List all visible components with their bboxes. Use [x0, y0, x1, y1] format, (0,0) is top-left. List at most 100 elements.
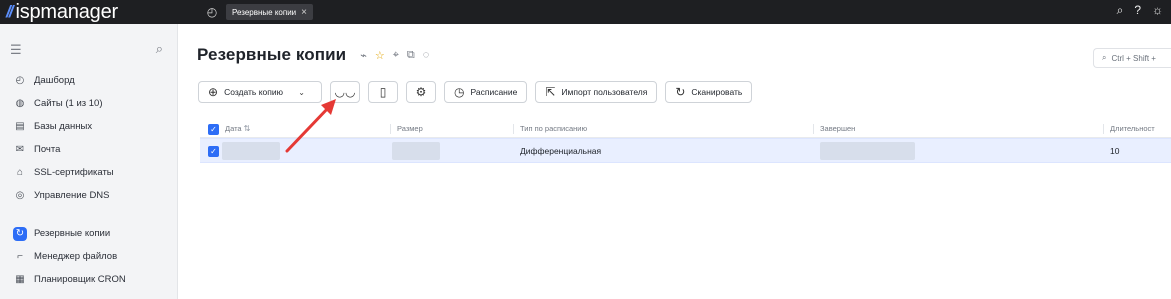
scan-button[interactable]: ↻ Сканировать [665, 81, 753, 103]
sidebar-item-label: Сайты (1 из 10) [34, 98, 103, 109]
sidebar-item-dns[interactable]: ◎ Управление DNS [0, 184, 178, 207]
clock-icon: ◷ [454, 85, 465, 99]
help-icon[interactable]: ? [1134, 3, 1141, 18]
search-input[interactable]: ⌕ Ctrl + Shift + [1093, 48, 1171, 68]
sidebar: ☰ ⌕ ◴ Дашборд ◍ Сайты (1 из 10) ▤ Базы данн… [0, 24, 178, 299]
duration-value: 10 [1110, 145, 1120, 156]
sidebar-item-dashboard[interactable]: ◴ Дашборд [0, 69, 178, 92]
column-divider [390, 124, 391, 134]
sidebar-item-databases[interactable]: ▤ Базы данных [0, 115, 178, 138]
sidebar-item-label: Менеджер файлов [34, 251, 118, 262]
column-completed[interactable]: Завершен [820, 120, 855, 137]
dns-icon: ◎ [15, 190, 25, 201]
pin-icon[interactable]: ⌖ [393, 49, 399, 62]
gear-icon: ⚙ [415, 85, 427, 99]
logo-mark: // [6, 2, 14, 21]
sort-icon[interactable]: ⇅ [244, 124, 251, 133]
app-logo[interactable]: // ispmanager [6, 1, 118, 23]
sidebar-item-mail[interactable]: ✉ Почта [0, 138, 178, 161]
sidebar-item-label: Планировщик CRON [34, 274, 126, 285]
search-icon: ⌕ [1102, 53, 1107, 62]
calendar-icon: ▦ [15, 274, 25, 285]
sidebar-item-cron[interactable]: ▦ Планировщик CRON [0, 268, 178, 291]
completed-value [820, 139, 915, 162]
date-value [222, 139, 280, 162]
schedule-button[interactable]: ◷ Расписание [444, 81, 528, 103]
mail-icon: ✉ [15, 144, 25, 155]
database-icon: ▤ [15, 121, 25, 132]
title-actions: ⌁ ☆ ⌖ ⧉ ◌ [360, 49, 429, 62]
sidebar-item-label: Почта [34, 144, 61, 155]
size-value [392, 139, 440, 162]
dashboard-icon[interactable]: ◴ [204, 4, 220, 20]
backup-icon: ↻ [13, 226, 27, 241]
column-size[interactable]: Размер [397, 120, 423, 137]
sidebar-item-label: Базы данных [34, 121, 93, 132]
top-tabs: ◴ Резервные копии × [204, 3, 313, 21]
sidebar-item-label: Управление DNS [34, 190, 110, 201]
column-duration[interactable]: Длительност [1110, 120, 1155, 137]
trash-icon: ▯ [379, 85, 387, 99]
sidebar-header: ☰ ⌕ [0, 41, 178, 61]
scheduled-type-value: Дифференциальная [520, 145, 602, 156]
import-user-button[interactable]: ⇱ Импорт пользователя [535, 81, 658, 103]
sidebar-item-sites[interactable]: ◍ Сайты (1 из 10) [0, 92, 178, 115]
column-divider [813, 124, 814, 134]
logo-text: ispmanager [15, 0, 118, 23]
star-icon[interactable]: ☆ [375, 49, 385, 62]
dashboard-icon: ◴ [15, 75, 25, 86]
table-row[interactable]: ✓ Дифференциальная 10 [200, 138, 1171, 163]
column-date[interactable]: Дата ⇅ [225, 120, 250, 137]
top-bar: // ispmanager ◴ Резервные копии × ⌕ ? ☼ [0, 0, 1171, 24]
settings-icon[interactable]: ☼ [1152, 3, 1163, 18]
sidebar-search-icon[interactable]: ⌕ [156, 41, 163, 57]
delete-button[interactable]: ▯ [368, 81, 398, 103]
table-header: ✓ Дата ⇅ Размер Тип по расписанию Заверше… [200, 120, 1171, 138]
column-divider [1103, 124, 1104, 134]
schedule-label: Расписание [470, 87, 518, 97]
column-date-label: Дата [225, 124, 242, 133]
create-backup-label: Создать копию [224, 87, 283, 97]
sidebar-nav: ◴ Дашборд ◍ Сайты (1 из 10) ▤ Базы данных ✉… [0, 69, 178, 291]
globe-icon: ◍ [15, 98, 25, 109]
row-checkbox[interactable]: ✓ [208, 146, 219, 157]
page-title-row: Резервные копии ⌁ ☆ ⌖ ⧉ ◌ [197, 43, 429, 67]
folder-icon: ⌐ [17, 251, 23, 262]
import-user-label: Импорт пользователя [561, 87, 648, 97]
column-scheduled-type[interactable]: Тип по расписанию [520, 120, 587, 137]
backups-table: ✓ Дата ⇅ Размер Тип по расписанию Заверше… [200, 120, 1171, 163]
plus-circle-icon: ⊕ [208, 85, 219, 99]
redacted-completed [820, 141, 915, 160]
refresh-icon: ↻ [675, 85, 686, 99]
sidebar-item-label: Дашборд [34, 75, 75, 86]
sidebar-item-backups[interactable]: ↻ Резервные копии [0, 222, 178, 245]
copy-icon[interactable]: ⧉ [407, 49, 415, 62]
sidebar-item-ssl[interactable]: ⌂ SSL-сертификаты [0, 161, 178, 184]
chevron-down-icon: ⌄ [298, 87, 305, 97]
menu-icon[interactable]: ☰ [10, 43, 23, 56]
arrow-annotation [285, 99, 336, 153]
settings-button[interactable]: ⚙ [406, 81, 436, 103]
top-actions: ⌕ ? ☼ [1117, 3, 1163, 18]
tab-label: Резервные копии [232, 7, 297, 17]
import-icon: ⇱ [545, 85, 556, 99]
select-all-checkbox[interactable]: ✓ [208, 124, 219, 135]
sidebar-item-label: SSL-сертификаты [34, 167, 114, 178]
sidebar-item-file-manager[interactable]: ⌐ Менеджер файлов [0, 245, 178, 268]
arrow-shaft [285, 105, 331, 153]
scan-label: Сканировать [691, 87, 743, 97]
main-content: Резервные копии ⌁ ☆ ⌖ ⧉ ◌ ⌕ Ctrl + Shift… [179, 24, 1171, 299]
close-icon[interactable]: × [301, 7, 307, 18]
tab-backups[interactable]: Резервные копии × [226, 4, 313, 20]
page-title: Резервные копии [197, 45, 347, 64]
link-icon[interactable]: ⌁ [360, 49, 367, 62]
column-divider [513, 124, 514, 134]
help-icon[interactable]: ◌ [423, 49, 430, 62]
search-shortcut: Ctrl + Shift + [1111, 53, 1156, 63]
search-icon[interactable]: ⌕ [1117, 3, 1124, 18]
redacted-size [392, 141, 440, 160]
lock-icon: ⌂ [16, 167, 24, 178]
sidebar-item-label: Резервные копии [34, 228, 111, 239]
redacted-date [222, 141, 280, 160]
